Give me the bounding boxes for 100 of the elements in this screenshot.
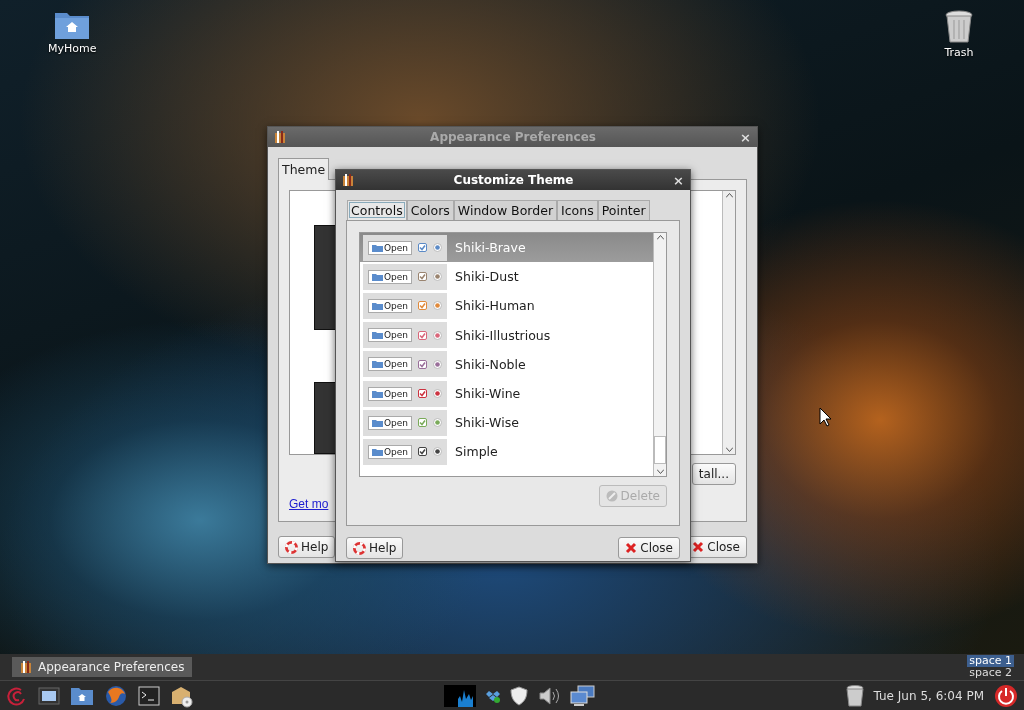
- theme-row[interactable]: Open Simple: [360, 437, 653, 467]
- app-icon: [20, 660, 32, 674]
- radio-icon: [433, 418, 443, 428]
- get-more-link[interactable]: Get mo: [289, 497, 329, 511]
- checkbox-icon: [418, 301, 428, 311]
- theme-name: Shiki-Noble: [455, 356, 526, 372]
- close-button[interactable]: Close: [618, 537, 680, 559]
- speaker-icon[interactable]: [537, 685, 560, 706]
- sample-open-button: Open: [368, 357, 413, 372]
- theme-name: Shiki-Dust: [455, 269, 519, 285]
- tab[interactable]: Controls: [347, 200, 407, 220]
- tab[interactable]: Colors: [406, 200, 454, 220]
- checkbox-icon: [418, 243, 428, 253]
- folder-icon: [372, 418, 383, 427]
- theme-name: Shiki-Illustrious: [455, 327, 551, 343]
- desktop-icon[interactable]: MyHome: [48, 10, 97, 55]
- desktop-icon-label: Trash: [944, 46, 974, 59]
- scroll-up-icon[interactable]: [725, 191, 733, 199]
- theme-row[interactable]: Open Shiki-Dust: [360, 262, 653, 292]
- checkbox-icon: [418, 359, 428, 369]
- scrollbar[interactable]: [653, 233, 666, 476]
- folder-icon: [372, 447, 383, 456]
- theme-name: Shiki-Human: [455, 298, 535, 314]
- globe-icon[interactable]: [104, 683, 128, 708]
- terminal-icon[interactable]: [138, 685, 160, 706]
- taskbar-button[interactable]: Appearance Preferences: [12, 657, 193, 677]
- install-button[interactable]: tall...: [691, 463, 736, 485]
- tab[interactable]: Window Border: [453, 200, 558, 220]
- radio-icon: [433, 389, 443, 399]
- theme-row[interactable]: Open Shiki-Noble: [360, 349, 653, 379]
- checkbox-icon: [418, 272, 428, 282]
- theme-name: Shiki-Wine: [455, 386, 521, 402]
- workspace-button[interactable]: space 1: [967, 655, 1014, 667]
- folder-icon: [372, 272, 383, 281]
- delete-icon: [605, 490, 618, 502]
- home-folder-icon: [54, 10, 91, 40]
- radio-icon: [433, 301, 443, 311]
- radio-icon: [433, 359, 443, 369]
- theme-name: Shiki-Brave: [455, 240, 526, 256]
- radio-icon: [433, 272, 443, 282]
- workspace-button[interactable]: space 2: [967, 667, 1014, 679]
- tab[interactable]: Pointer: [597, 200, 650, 220]
- scroll-thumb[interactable]: [654, 436, 666, 464]
- help-button[interactable]: Help: [346, 537, 404, 559]
- show-desktop-icon[interactable]: [38, 685, 60, 706]
- checkbox-icon: [418, 447, 428, 457]
- theme-name: Shiki-Wise: [455, 415, 519, 431]
- radio-icon: [433, 447, 443, 457]
- close-button[interactable]: ×: [673, 172, 684, 188]
- folder-icon: [372, 243, 383, 252]
- dialog-title: Customize Theme: [452, 173, 575, 187]
- box-icon[interactable]: [485, 688, 500, 703]
- tab[interactable]: Theme: [278, 158, 330, 180]
- sample-open-button: Open: [368, 298, 413, 313]
- folder-icon: [372, 301, 383, 310]
- checkbox-icon: [418, 418, 428, 428]
- sample-open-button: Open: [368, 269, 413, 284]
- mouse-pointer-icon: [819, 407, 832, 427]
- trash-icon: [944, 10, 974, 44]
- theme-row[interactable]: Open Shiki-Wise: [360, 408, 653, 438]
- power-icon[interactable]: [994, 683, 1018, 708]
- sample-open-button: Open: [368, 415, 413, 430]
- desktop-icon-label: MyHome: [48, 42, 97, 55]
- lifebuoy-icon: [353, 541, 366, 555]
- folder-icon: [372, 331, 383, 340]
- lifebuoy-icon: [285, 540, 298, 554]
- folder-icon: [372, 389, 383, 398]
- close-button[interactable]: ×: [740, 129, 751, 145]
- trash-icon[interactable]: [845, 684, 864, 707]
- window-title: Appearance Preferences: [429, 130, 597, 144]
- sample-open-button: Open: [368, 240, 413, 255]
- desktop-icon[interactable]: Trash: [944, 10, 974, 59]
- theme-row[interactable]: Open Shiki-Wine: [360, 378, 653, 409]
- home-folder-icon[interactable]: [70, 685, 94, 706]
- app-icon: [274, 130, 286, 144]
- scroll-up-icon[interactable]: [656, 233, 664, 241]
- network-icon[interactable]: [569, 684, 596, 707]
- close-icon: [692, 541, 705, 553]
- theme-name: Simple: [455, 444, 498, 460]
- help-button[interactable]: Help: [278, 536, 336, 558]
- checkbox-icon: [418, 389, 428, 399]
- scrollbar[interactable]: [722, 191, 735, 454]
- sample-open-button: Open: [368, 386, 413, 401]
- radio-icon: [433, 330, 443, 340]
- theme-preview-drawing: [314, 382, 338, 454]
- sample-open-button: Open: [368, 444, 413, 459]
- clock[interactable]: Tue Jun 5, 6:04 PM: [873, 688, 984, 703]
- scroll-down-icon[interactable]: [656, 468, 664, 476]
- radio-icon: [433, 243, 443, 253]
- shield-icon[interactable]: [509, 685, 528, 706]
- theme-row[interactable]: Open Shiki-Illustrious: [360, 320, 653, 350]
- theme-row[interactable]: Open Shiki-Brave: [360, 233, 653, 263]
- cpu-graph-icon: [443, 684, 476, 707]
- folder-icon: [372, 360, 383, 369]
- tab[interactable]: Icons: [557, 200, 598, 220]
- scroll-down-icon[interactable]: [725, 446, 733, 454]
- checkbox-icon: [418, 330, 428, 340]
- theme-row[interactable]: Open Shiki-Human: [360, 291, 653, 321]
- app-icon: [342, 173, 354, 187]
- close-icon: [625, 542, 638, 554]
